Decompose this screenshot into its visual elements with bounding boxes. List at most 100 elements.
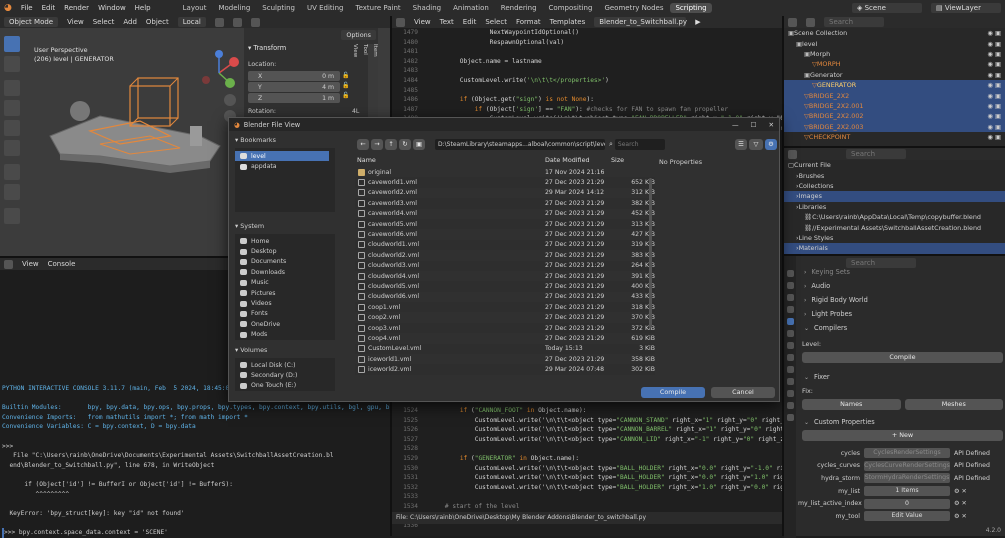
code-line[interactable]: 1485 bbox=[392, 86, 788, 96]
system-item-desktop[interactable]: Desktop bbox=[235, 246, 335, 256]
location-x-field[interactable]: X0 m bbox=[248, 71, 340, 81]
mode-dropdown[interactable]: Object Mode bbox=[4, 17, 59, 27]
visibility-eye-icon[interactable]: ◉ ▣ bbox=[987, 92, 1005, 100]
code-line[interactable]: 1486 if (Object.get("sign") is not None)… bbox=[392, 95, 788, 105]
transform-tool-icon[interactable] bbox=[4, 140, 20, 156]
code-line[interactable]: 1528 bbox=[392, 444, 788, 454]
console-menu-console[interactable]: Console bbox=[48, 260, 76, 268]
outliner-row[interactable]: ▽ CHECKPOINT ◉ ▣ bbox=[784, 132, 1005, 142]
meshes-button[interactable]: Meshes bbox=[904, 399, 1003, 410]
blendfile-row[interactable]: › Brushes bbox=[784, 170, 1005, 180]
workspace-tab-sculpting[interactable]: Sculpting bbox=[257, 3, 300, 13]
code-line[interactable]: 1482 Object.name = lastname bbox=[392, 57, 788, 67]
workspace-tab-animation[interactable]: Animation bbox=[448, 3, 494, 13]
display-mode-icon[interactable]: ☰ bbox=[735, 138, 747, 150]
cancel-button[interactable]: Cancel bbox=[711, 387, 775, 398]
filter-toggle-icon[interactable]: ▽ bbox=[749, 138, 763, 150]
file-row[interactable]: cloudworld3.vml 27 Dec 2023 21:29 264 KiB bbox=[355, 260, 655, 271]
options-dropdown[interactable]: Options bbox=[341, 30, 376, 40]
properties-editor[interactable]: Search › Keying Sets › Audio › Rigid Body W… bbox=[782, 254, 1005, 538]
menu-window[interactable]: Window bbox=[98, 4, 126, 12]
transform-header[interactable]: ▾ Transform bbox=[248, 44, 286, 52]
tool-tab-icon[interactable] bbox=[786, 270, 794, 277]
workspace-tab-texture-paint[interactable]: Texture Paint bbox=[351, 3, 406, 13]
outliner-row[interactable]: ▽ BRIDGE_2X2 ◉ ▣ bbox=[784, 90, 1005, 101]
forward-icon[interactable]: → bbox=[371, 138, 383, 150]
file-list-scrollbar[interactable] bbox=[649, 178, 652, 328]
tab-tool[interactable]: Tool bbox=[362, 44, 368, 120]
visibility-eye-icon[interactable]: ◉ ▣ bbox=[987, 50, 1005, 58]
view-layer-tab-icon[interactable] bbox=[786, 306, 794, 313]
code-line[interactable]: 1531 CustomLevel.write('\n\t\t<object ty… bbox=[392, 473, 788, 483]
blendfile-icon[interactable] bbox=[788, 149, 797, 159]
tab-item[interactable]: Item bbox=[372, 44, 378, 120]
outliner[interactable]: Search ▣ Scene Collection ◉ ▣ ▣ level ◉ ▣ ▣ … bbox=[782, 16, 1005, 146]
code-line[interactable]: 1480 RespawnOptional(val) bbox=[392, 38, 788, 48]
run-script-icon[interactable]: ▶ bbox=[695, 18, 700, 26]
file-row[interactable]: cloudworld5.vml 27 Dec 2023 21:29 400 KiB bbox=[355, 281, 655, 292]
lock-x-icon[interactable]: 🔓 bbox=[342, 72, 349, 79]
physics-tab-icon[interactable] bbox=[786, 378, 794, 385]
workspace-tab-layout[interactable]: Layout bbox=[178, 3, 212, 13]
orientation-dropdown[interactable]: Local bbox=[177, 17, 206, 27]
visibility-eye-icon[interactable]: ◉ ▣ bbox=[987, 81, 1005, 89]
visibility-eye-icon[interactable]: ◉ ▣ bbox=[987, 40, 1005, 48]
navigation-gizmo[interactable] bbox=[196, 50, 242, 96]
new-property-button[interactable]: + New bbox=[802, 430, 1003, 441]
blendfile-row[interactable]: ⛓ C:\Users\rainb\AppData\Local\Temp\copy… bbox=[784, 212, 1005, 222]
code-line[interactable]: 1479 NextWaypointIdOptional() bbox=[392, 28, 788, 38]
file-row[interactable]: cloudworld2.vml 27 Dec 2023 21:29 383 KiB bbox=[355, 250, 655, 260]
close-icon[interactable]: ✕ bbox=[768, 121, 774, 129]
lock-y-icon[interactable]: 🔓 bbox=[342, 82, 349, 89]
file-row[interactable]: caveworld4.vml 27 Dec 2023 21:29 452 KiB bbox=[355, 209, 655, 219]
blendfile-row[interactable]: › Materials bbox=[784, 243, 1005, 254]
section-light-probes[interactable]: › Light Probes bbox=[798, 308, 1005, 320]
blendfile-row[interactable]: ⛓ //Experimental Assets\SwitchballAssetC… bbox=[784, 222, 1005, 232]
code-line[interactable]: 1524 if ("CANNON_FOOT" in Object.name): bbox=[392, 406, 788, 416]
property-value-field[interactable]: CyclesCurveRenderSettings bbox=[864, 460, 950, 471]
section-audio[interactable]: › Audio bbox=[798, 280, 1005, 292]
file-row[interactable]: cloudworld6.vml 27 Dec 2023 21:29 433 KiB bbox=[355, 292, 655, 302]
code-line[interactable]: 1530 CustomLevel.write('\n\t\t<object ty… bbox=[392, 464, 788, 474]
outliner-row[interactable]: ▽ GENERATOR ◉ ▣ bbox=[784, 79, 1005, 91]
file-row[interactable]: caveworld1.vml 27 Dec 2023 21:29 652 KiB bbox=[355, 177, 655, 188]
world-tab-icon[interactable] bbox=[786, 330, 794, 337]
workspace-tab-shading[interactable]: Shading bbox=[408, 3, 446, 13]
workspace-tab-scripting[interactable]: Scripting bbox=[670, 3, 712, 13]
viewport-menu-add[interactable]: Add bbox=[123, 18, 137, 26]
outliner-row[interactable]: ▽ BRIDGE_2X2.003 ◉ ▣ bbox=[784, 121, 1005, 132]
filter-icon[interactable] bbox=[806, 17, 815, 27]
minimize-icon[interactable]: — bbox=[732, 121, 739, 129]
code-line[interactable]: 1481 bbox=[392, 47, 788, 57]
outliner-row[interactable]: ▣ level ◉ ▣ bbox=[784, 38, 1005, 48]
gear-icon[interactable]: ⚙ ✕ bbox=[954, 500, 967, 507]
blendfile-row[interactable]: › Line Styles bbox=[784, 233, 1005, 243]
section-custom-properties[interactable]: ⌄ Custom Properties bbox=[798, 416, 1005, 428]
menu-render[interactable]: Render bbox=[64, 4, 89, 12]
viewport-menu-object[interactable]: Object bbox=[146, 18, 169, 26]
column-date[interactable]: Date Modified bbox=[545, 156, 611, 166]
code-line[interactable]: 1527 CustomLevel.write('\n\t\t<object ty… bbox=[392, 435, 788, 445]
scene-selector[interactable]: ◈ Scene bbox=[852, 3, 922, 13]
new-folder-icon[interactable]: ▣ bbox=[413, 138, 425, 150]
column-name[interactable]: Name bbox=[355, 156, 545, 166]
code-line[interactable]: 1529 if ("GENERATOR" in Object.name): bbox=[392, 454, 788, 464]
blender-logo-icon[interactable]: ◕ bbox=[4, 3, 12, 13]
blendfile-row[interactable]: ▢ Current File bbox=[784, 160, 1005, 170]
gear-icon[interactable]: ⚙ ✕ bbox=[954, 513, 967, 520]
system-item-pictures[interactable]: Pictures bbox=[235, 288, 335, 298]
file-row[interactable]: iceworld1.vml 27 Dec 2023 21:29 358 KiB bbox=[355, 354, 655, 364]
property-value-field[interactable]: Edit Value bbox=[864, 511, 950, 522]
zoom-icon[interactable] bbox=[224, 94, 236, 106]
volumes-header[interactable]: ▾ Volumes bbox=[233, 340, 345, 358]
code-line[interactable]: 1526 CustomLevel.write('\n\t\t<object ty… bbox=[392, 425, 788, 435]
volume-item-one-touch-e-[interactable]: One Touch (E:) bbox=[235, 381, 335, 391]
visibility-eye-icon[interactable]: ◉ ▣ bbox=[987, 102, 1005, 110]
section-keying-sets[interactable]: › Keying Sets bbox=[798, 268, 1005, 276]
file-row[interactable]: iceworld2.vml 29 Mar 2024 07:48 302 KiB bbox=[355, 364, 655, 375]
compile-file-button[interactable]: Compile bbox=[641, 387, 705, 398]
outliner-search[interactable]: Search bbox=[824, 17, 884, 27]
code-line[interactable]: 1487 if (Object['sign'] == "FAN"): #chec… bbox=[392, 105, 788, 115]
property-value-field[interactable]: 0 bbox=[864, 498, 950, 509]
section-rigid-body[interactable]: › Rigid Body World bbox=[798, 294, 1005, 306]
